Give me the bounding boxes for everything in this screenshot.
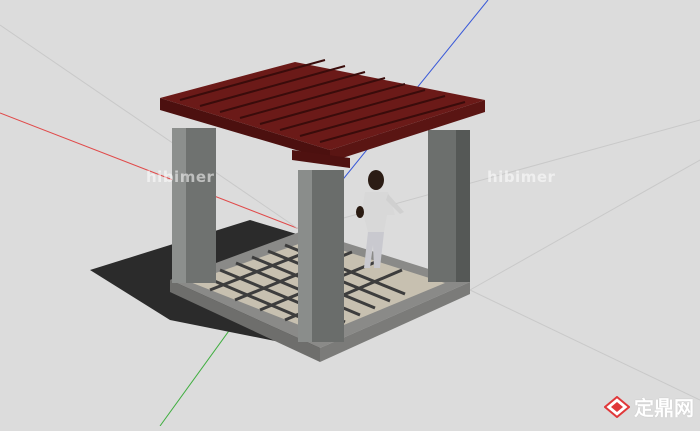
sketchup-viewport[interactable]: hibimer hibimer 定鼎网 bbox=[0, 0, 700, 427]
model-canvas[interactable] bbox=[0, 0, 700, 427]
logo-text: 定鼎网 bbox=[634, 396, 694, 420]
diamond-logo-icon bbox=[604, 395, 630, 418]
watermark-left: hibimer bbox=[146, 168, 215, 186]
site-logo: 定鼎网 bbox=[604, 392, 694, 421]
watermark-right: hibimer bbox=[487, 168, 556, 186]
